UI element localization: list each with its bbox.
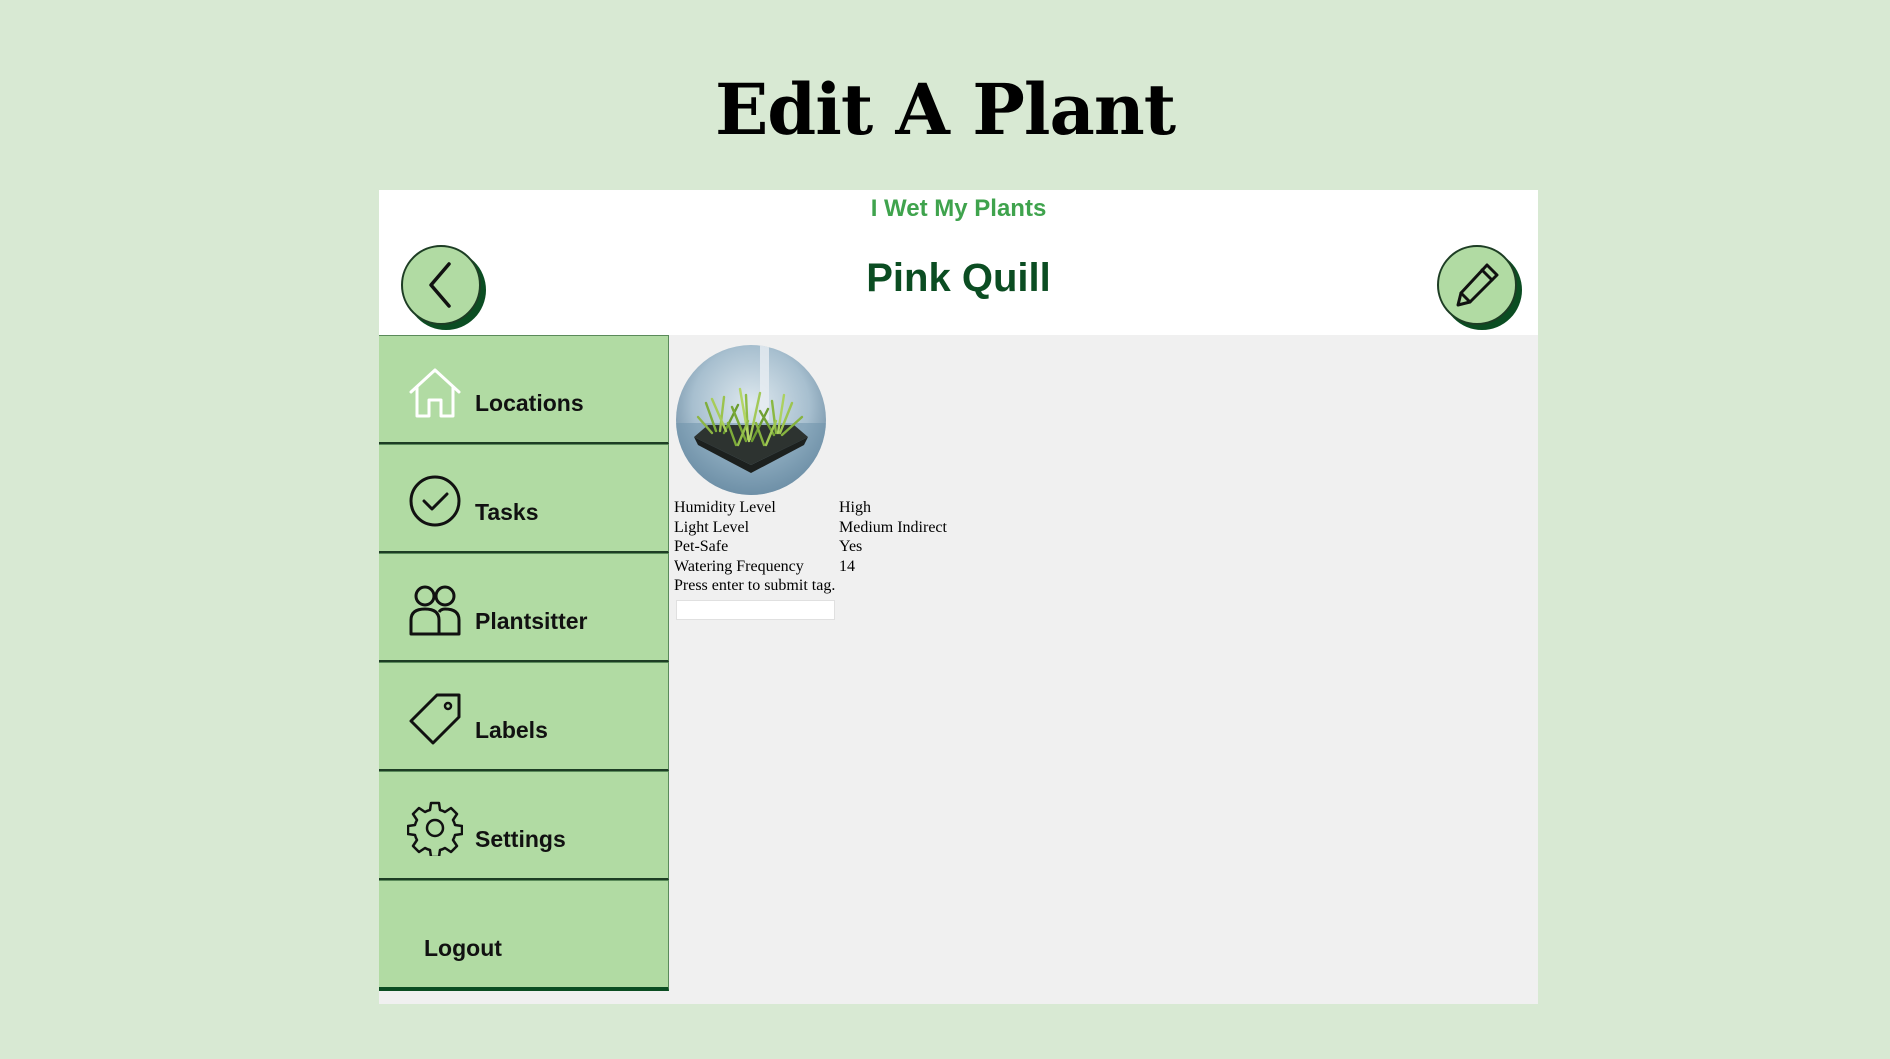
detail-value: Yes [839,538,863,555]
app-window: I Wet My Plants Pink Quill Locations Tas… [379,190,1538,1004]
edit-button[interactable] [1437,245,1517,325]
detail-value: High [839,499,871,516]
sidebar-item-labels[interactable]: Labels [379,662,669,771]
sidebar-item-plantsitter[interactable]: Plantsitter [379,553,669,662]
plant-details-table: Humidity Level High Light Level Medium I… [674,498,947,576]
sidebar-item-label: Logout [424,935,502,961]
sidebar-item-label: Labels [475,717,548,743]
app-header: I Wet My Plants Pink Quill [379,190,1538,335]
pencil-icon [1456,263,1499,307]
sidebar-item-label: Plantsitter [475,608,588,634]
detail-value: 14 [839,557,855,575]
tag-input[interactable] [676,600,835,620]
sidebar-nav: Locations Tasks Plantsitter Labels Setti… [379,335,669,991]
sidebar-item-label: Locations [475,390,584,416]
check-circle-icon [409,475,461,527]
page-title: Pink Quill [866,256,1051,300]
sidebar-item-label: Settings [475,826,566,852]
plant-image [676,345,826,495]
detail-key: Watering Frequency [674,557,804,575]
brand-name: I Wet My Plants [870,195,1047,222]
detail-row: Watering Frequency 14 [674,557,947,577]
gear-icon [407,801,463,856]
sidebar-item-settings[interactable]: Settings [379,771,669,880]
sidebar-item-locations[interactable]: Locations [379,335,669,444]
detail-row: Humidity Level High [674,498,947,518]
slide-title: Edit A Plant [714,68,1176,151]
detail-key: Pet-Safe [674,538,729,555]
home-icon [409,368,461,418]
detail-value: Medium Indirect [839,518,947,536]
tag-icon [409,693,461,745]
detail-key: Light Level [674,518,750,536]
users-icon [409,585,461,636]
sidebar-item-logout[interactable]: Logout [379,880,669,991]
plant-photo [676,345,826,495]
detail-row: Light Level Medium Indirect [674,518,947,538]
detail-row: Pet-Safe Yes [674,537,947,557]
chevron-left-icon [429,262,451,308]
back-button[interactable] [401,245,481,325]
sidebar-item-label: Tasks [475,499,539,525]
sidebar-item-tasks[interactable]: Tasks [379,444,669,553]
detail-key: Humidity Level [674,499,776,516]
tag-prompt: Press enter to submit tag. [674,577,836,594]
